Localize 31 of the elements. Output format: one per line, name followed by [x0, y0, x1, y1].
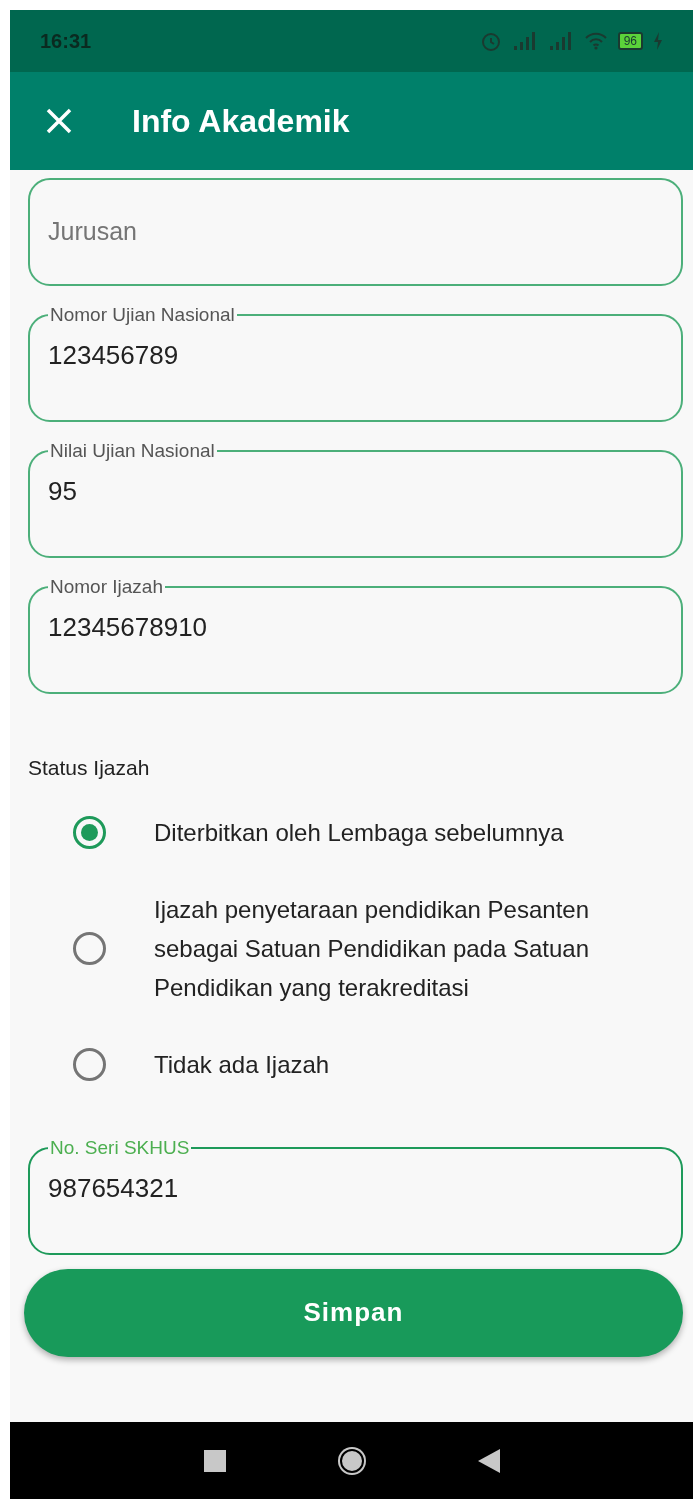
- field-label: Nilai Ujian Nasional: [49, 440, 216, 462]
- field-label: Nomor Ujian Nasional: [49, 304, 236, 326]
- section-label: Status Ijazah: [28, 755, 151, 781]
- radio-label: Tidak ada Ijazah: [154, 1049, 331, 1080]
- signal-icon: [511, 32, 538, 50]
- radio-button[interactable]: [73, 815, 106, 849]
- radio-button[interactable]: [73, 1047, 106, 1081]
- circle-icon[interactable]: [335, 1444, 368, 1477]
- radio-label: Ijazah penyetaraan pendidikan Pesanten sebagai Satuan Pendidikan pada Satuan Pendidikan yang terakreditasi: [154, 894, 590, 1003]
- input-text[interactable]: 987654321: [48, 1168, 663, 1208]
- back-icon[interactable]: [477, 1448, 500, 1473]
- alarm-icon: [479, 30, 502, 52]
- input-text[interactable]: 12345678910: [48, 608, 663, 647]
- clock-text: 16:31: [40, 29, 92, 54]
- radio-label: Diterbitkan oleh Lembaga sebelumnya: [154, 817, 565, 848]
- close-button[interactable]: [44, 106, 74, 136]
- close-icon: [46, 108, 72, 134]
- input-text[interactable]: 95: [48, 472, 663, 511]
- wifi-icon: [583, 32, 608, 50]
- charging-icon: [653, 32, 663, 50]
- field-label: Nomor Ijazah: [49, 576, 164, 598]
- screen-title: Info Akademik: [132, 102, 350, 141]
- square-icon[interactable]: [203, 1449, 226, 1472]
- radio-button[interactable]: [73, 931, 106, 965]
- input-text[interactable]: Jurusan: [48, 213, 663, 251]
- field-label: No. Seri SKHUS: [49, 1136, 191, 1159]
- signal-icon: [547, 32, 574, 50]
- save-button[interactable]: Simpan: [24, 1268, 683, 1357]
- battery-indicator: 96: [617, 32, 643, 50]
- input-text[interactable]: 123456789: [48, 336, 663, 375]
- input-field[interactable]: Jurusan: [28, 178, 683, 286]
